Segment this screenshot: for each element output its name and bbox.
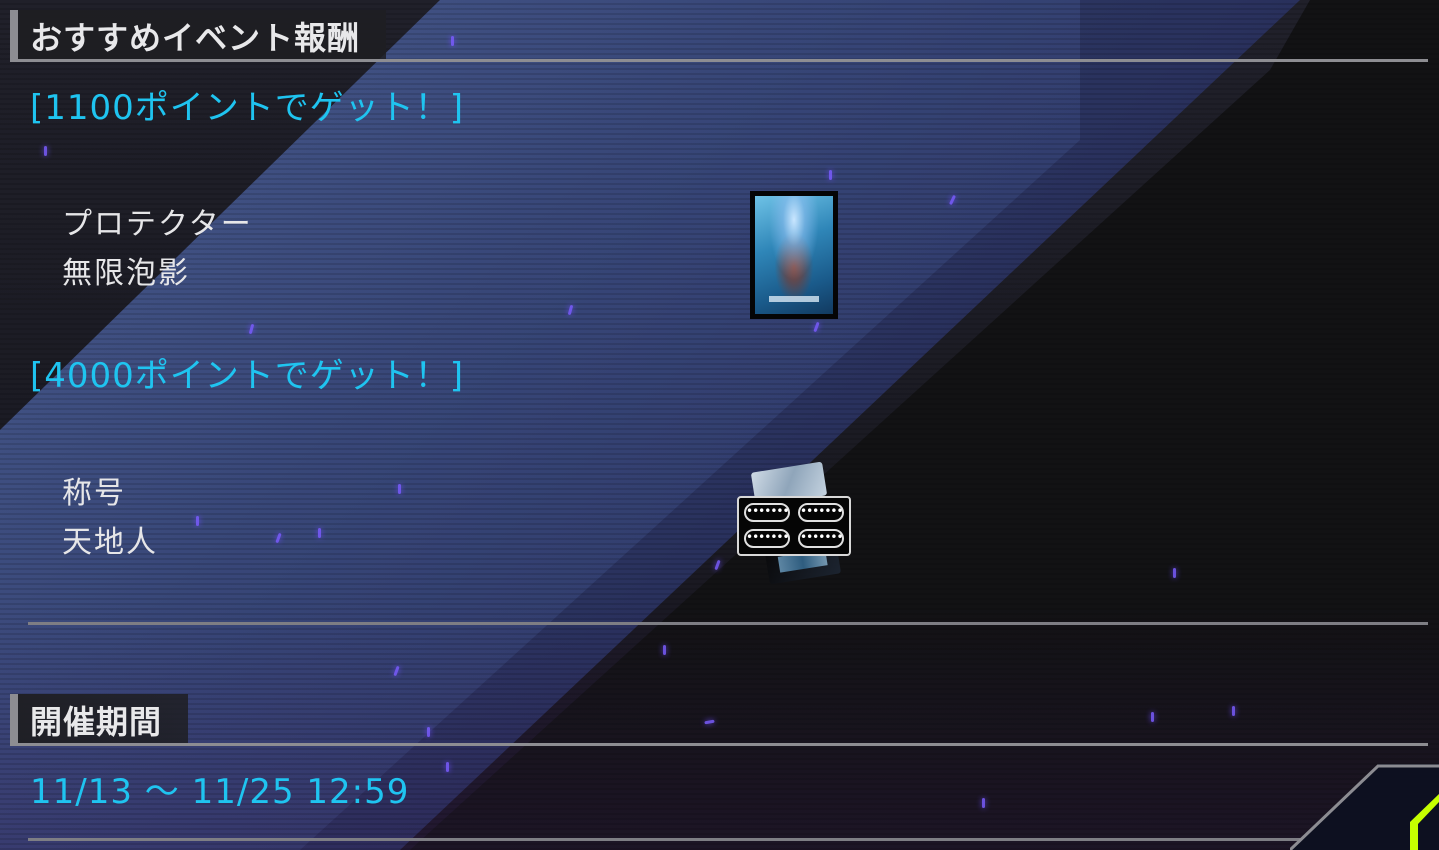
rewards-section-header: おすすめイベント報酬 — [10, 10, 1428, 62]
sparkle-particle — [829, 170, 832, 180]
header-underline — [10, 743, 1428, 746]
sparkle-particle — [663, 645, 666, 655]
sparkle-particle — [196, 516, 199, 526]
header-title-box: おすすめイベント報酬 — [18, 10, 387, 62]
sparkle-particle — [1173, 568, 1176, 578]
bottom-divider — [28, 838, 1428, 841]
section-divider — [28, 622, 1428, 625]
sparkle-particle — [398, 484, 401, 494]
event-rewards-screen: おすすめイベント報酬 [1100ポイントでゲット！] プロテクター 無限泡影 [… — [0, 0, 1439, 850]
rewards-section-title: おすすめイベント報酬 — [30, 19, 361, 57]
period-section-header: 開催期間 — [10, 694, 1428, 746]
tier-1-item-type: プロテクター — [62, 207, 253, 242]
tier-2-item-name: 天地人 — [62, 525, 158, 560]
tier-2-heading: [4000ポイントでゲット！] — [30, 356, 465, 396]
tier-2-item-type: 称号 — [62, 476, 126, 511]
header-accent-bar — [10, 694, 18, 746]
title-badge-pill: ••••••• — [798, 503, 844, 522]
title-badge-image[interactable]: ••••••• ••••••• ••••••• ••••••• — [735, 461, 853, 585]
sparkle-particle — [446, 762, 449, 772]
protector-artwork — [755, 196, 833, 314]
period-section-title: 開催期間 — [30, 703, 163, 741]
title-badge-pill: ••••••• — [798, 529, 844, 548]
sparkle-particle — [318, 528, 321, 538]
title-badge-plate: ••••••• ••••••• ••••••• ••••••• — [737, 496, 851, 556]
title-badge-pill: ••••••• — [744, 529, 790, 548]
header-underline — [10, 59, 1428, 62]
event-period-value: 11/13 ～ 11/25 12:59 — [30, 772, 410, 812]
corner-decoration — [1290, 764, 1439, 850]
header-title-box: 開催期間 — [18, 694, 189, 746]
header-accent-bar — [10, 10, 18, 62]
tier-1-item-name: 無限泡影 — [62, 256, 190, 291]
tier-1-heading: [1100ポイントでゲット！] — [30, 88, 465, 128]
sparkle-particle — [982, 798, 985, 808]
title-badge-pill: ••••••• — [744, 503, 790, 522]
protector-card-image[interactable] — [750, 191, 838, 319]
sparkle-particle — [44, 146, 47, 156]
protector-logo — [769, 296, 819, 302]
